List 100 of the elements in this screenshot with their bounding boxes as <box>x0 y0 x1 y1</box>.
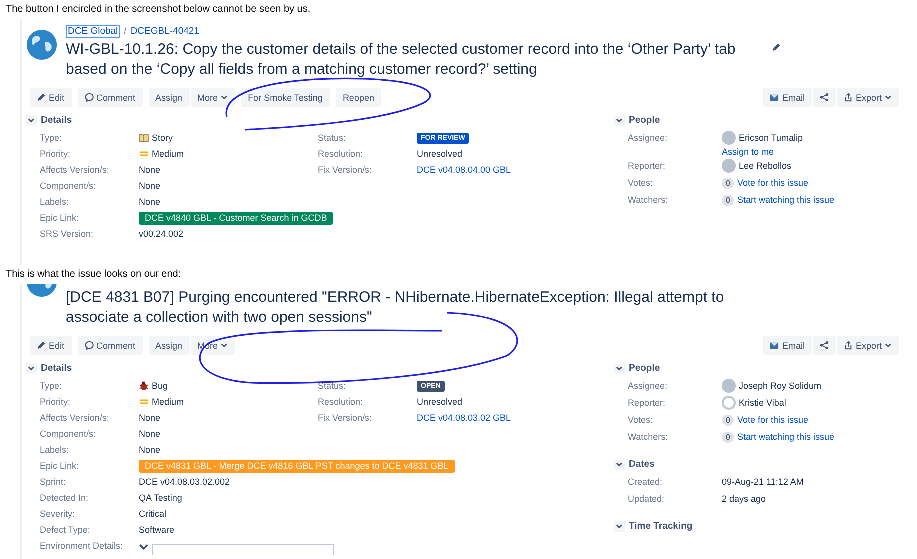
comment-icon <box>84 341 94 350</box>
field-label: Epic Link: <box>40 460 80 473</box>
caret-icon <box>885 95 892 100</box>
section-heading: Details <box>41 115 72 126</box>
field-label: Assignee: <box>628 132 669 145</box>
user-name: Ericson Tumalip <box>739 132 804 145</box>
section-toggle-button[interactable] <box>26 363 37 374</box>
chevron-icon <box>28 366 35 371</box>
count-badge: 0 <box>722 414 734 426</box>
field-label: Resolution: <box>318 396 364 409</box>
field-value: Bug <box>152 380 168 393</box>
caret-icon <box>221 343 228 348</box>
user-name: Joseph Roy Solidum <box>739 380 822 393</box>
action-button[interactable]: Assign <box>148 336 190 355</box>
issue-title: [DCE 4831 B07] Purging encountered "ERROR - NHibernate.HibernateException: Illegal attempt to associate a collection with two open sessions" <box>66 288 724 328</box>
avatar-icon <box>722 379 736 393</box>
pencil-icon <box>37 341 46 350</box>
globe-icon <box>26 29 58 61</box>
issue-key-link[interactable]: DCEGBL-40421 <box>130 26 200 37</box>
project-breadcrumb-link[interactable]: DCE Global <box>66 25 120 38</box>
section-toggle-button[interactable] <box>614 521 625 532</box>
caption-text: The button I encircled in the screenshot below cannot be seen by us. <box>5 3 312 16</box>
export-dropdown-button[interactable]: Export <box>836 336 899 355</box>
field-value: Medium <box>152 148 184 161</box>
field-label: Resolution: <box>318 148 364 161</box>
avatar-icon <box>722 396 736 410</box>
issue-title: WI-GBL-10.1.26: Copy the customer details of the selected customer record into the ‘Other Party’ tab based on the ‘Copy all fields from a matching customer record?’ setting <box>66 40 736 80</box>
epic-link[interactable]: DCE v4840 GBL - Customer Search in GCDB <box>139 212 334 224</box>
version-link[interactable]: DCE v04.08.04.00 GBL <box>417 163 512 177</box>
export-icon <box>844 93 853 102</box>
book-icon <box>139 133 149 143</box>
assign-to-me-link[interactable]: Assign to me <box>722 145 804 159</box>
avatar-icon <box>722 159 736 173</box>
export-dropdown-button[interactable]: Export <box>836 88 899 107</box>
field-label: Assignee: <box>628 380 669 393</box>
section-toggle-button[interactable] <box>26 115 37 126</box>
count-badge: 0 <box>722 194 734 206</box>
section-toggle-button[interactable] <box>614 363 625 374</box>
field-label: SRS Version: <box>40 228 95 241</box>
section-toggle-button[interactable] <box>614 115 625 126</box>
field-label: Status: <box>318 380 348 393</box>
field-value: Story <box>152 132 174 145</box>
field-value: Medium <box>152 396 184 409</box>
priority-icon <box>139 149 149 159</box>
caption-text: This is what the issue looks on our end: <box>5 268 182 281</box>
action-button[interactable]: Reopen <box>336 88 382 107</box>
user-name: Kristie Vibal <box>739 397 786 410</box>
action-button[interactable]: For Smoke Testing <box>241 88 330 107</box>
priority-icon <box>139 397 149 407</box>
field-label: Epic Link: <box>40 212 80 225</box>
field-value: None <box>139 180 161 193</box>
watch-link[interactable]: Start watching this issue <box>737 193 834 207</box>
email-button[interactable]: Email <box>763 336 812 355</box>
field-label: Fix Version/s: <box>318 164 374 177</box>
user-name: Lee Rebollos <box>739 160 792 173</box>
share-icon <box>820 341 829 350</box>
version-link[interactable]: DCE v04.08.03.02 GBL <box>417 411 512 425</box>
field-label: Reporter: <box>628 397 667 410</box>
section-toggle-button[interactable] <box>614 459 625 470</box>
watch-link[interactable]: Vote for this issue <box>737 413 808 427</box>
chevron-icon <box>616 366 623 371</box>
field-label: Environment Details: <box>40 540 124 553</box>
pencil-icon[interactable] <box>772 43 781 52</box>
caret-icon <box>221 95 228 100</box>
action-button[interactable]: Edit <box>30 88 72 107</box>
export-icon <box>844 341 853 350</box>
action-button[interactable]: Comment <box>78 88 143 107</box>
field-label: Component/s: <box>40 180 98 193</box>
field-label: Severity: <box>40 508 76 521</box>
chevron-icon <box>28 118 35 123</box>
field-value: Software <box>139 524 175 537</box>
field-value: 09-Aug-21 11:12 AM <box>722 476 804 489</box>
field-label: Updated: <box>628 493 666 506</box>
field-label: Fix Version/s: <box>318 412 374 425</box>
field-label: Priority: <box>40 148 72 161</box>
section-heading: Time Tracking <box>629 521 693 532</box>
section-heading: People <box>629 363 660 374</box>
field-label: Labels: <box>40 196 70 209</box>
watch-link[interactable]: Start watching this issue <box>737 430 834 444</box>
field-label: Defect Type: <box>40 524 92 537</box>
action-button[interactable]: Assign <box>148 88 190 107</box>
action-button[interactable]: Comment <box>78 336 143 355</box>
share-button[interactable] <box>812 336 836 355</box>
more-dropdown-button[interactable]: More <box>190 88 236 107</box>
email-button[interactable]: Email <box>763 88 812 107</box>
field-value: Critical <box>139 508 167 521</box>
field-label: Watchers: <box>628 194 670 207</box>
field-label: Component/s: <box>40 428 98 441</box>
mail-icon <box>770 341 780 350</box>
section-heading: People <box>629 115 660 126</box>
count-badge: 0 <box>722 178 734 188</box>
watch-link[interactable]: Vote for this issue <box>737 176 808 190</box>
share-button[interactable] <box>812 88 836 107</box>
pencil-icon <box>37 93 46 102</box>
chevron-icon <box>616 462 623 467</box>
field-value: v00.24.002 <box>139 228 184 241</box>
field-label: Affects Version/s: <box>40 412 110 425</box>
field-label: Affects Version/s: <box>40 164 110 177</box>
action-button[interactable]: Edit <box>30 336 72 355</box>
caret-icon[interactable] <box>139 542 149 552</box>
